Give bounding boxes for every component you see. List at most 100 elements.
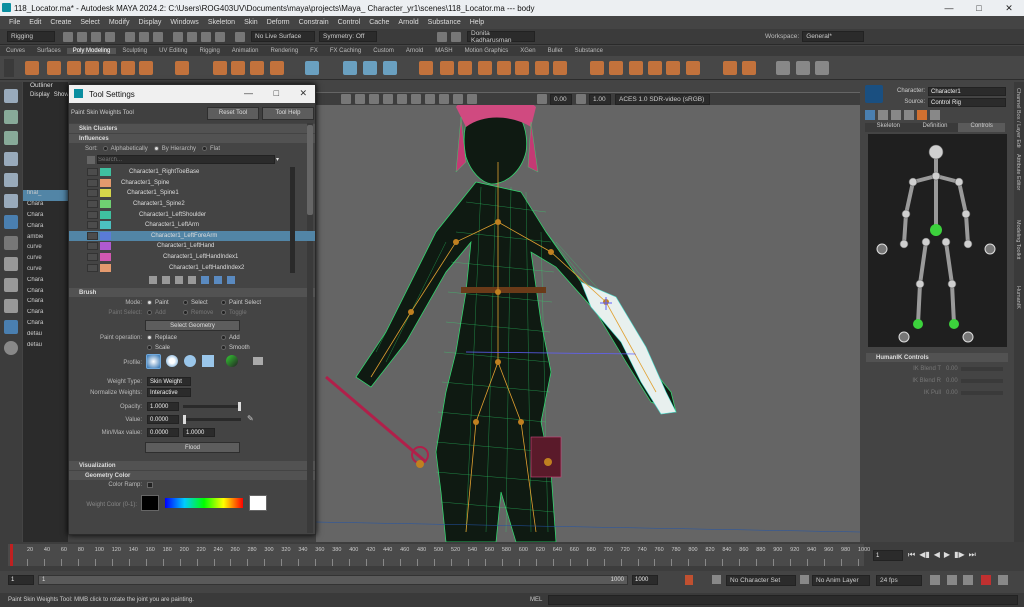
quad-draw-icon[interactable]	[553, 61, 567, 75]
brush-section[interactable]: Brush	[69, 288, 315, 297]
sound-icon[interactable]	[947, 575, 957, 585]
reset-tool-button[interactable]: Reset Tool	[207, 106, 259, 120]
menu-display[interactable]: Display	[138, 19, 161, 26]
influence-row[interactable]: Character1_LeftArm	[69, 220, 315, 231]
shelf-menu-icon[interactable]	[4, 59, 14, 77]
ik-pull-slider[interactable]	[961, 391, 1003, 395]
gamma-icon[interactable]	[576, 94, 586, 104]
copy-weights-icon[interactable]	[214, 276, 222, 284]
lasso-tool-icon[interactable]	[4, 110, 18, 124]
outliner-item[interactable]	[23, 158, 68, 169]
value-slider[interactable]	[183, 415, 241, 424]
influence-row[interactable]: Character1_LeftHandIndex2	[69, 262, 315, 273]
pencil-curve-icon[interactable]	[776, 61, 790, 75]
menu-select[interactable]: Select	[80, 19, 99, 26]
smooth-shade-icon[interactable]	[369, 94, 379, 104]
side-tab[interactable]: Attribute Editor	[1015, 154, 1021, 214]
outliner-item[interactable]	[23, 147, 68, 158]
add-influence-icon[interactable]	[188, 276, 196, 284]
cleanup-icon[interactable]	[648, 61, 662, 75]
op-smooth-radio[interactable]	[221, 345, 226, 350]
filter-icon[interactable]	[87, 155, 95, 164]
opacity-slider-handle[interactable]	[238, 402, 241, 411]
transform-icon[interactable]	[451, 31, 461, 42]
poly-cone-icon[interactable]	[85, 61, 99, 75]
poly-cylinder-icon[interactable]	[67, 61, 81, 75]
append-icon[interactable]	[609, 61, 623, 75]
menu-help[interactable]: Help	[470, 19, 484, 26]
play-back-icon[interactable]: ◀	[934, 550, 940, 560]
shelf-tab-rendering[interactable]: Rendering	[264, 48, 304, 54]
lock-icon[interactable]	[87, 178, 98, 187]
type-tool-icon[interactable]	[250, 61, 264, 75]
menu-skin[interactable]: Skin	[244, 19, 258, 26]
snap-plane-icon[interactable]	[215, 31, 225, 42]
character-set-icon[interactable]	[712, 575, 721, 584]
sweep-mesh-icon[interactable]	[231, 61, 245, 75]
outliner-display-menu[interactable]: Display	[30, 92, 50, 102]
influence-search-input[interactable]	[97, 155, 275, 164]
sculpt-icon[interactable]	[437, 31, 447, 42]
playhead[interactable]	[10, 544, 13, 566]
menu-substance[interactable]: Substance	[428, 19, 461, 26]
op-add-radio[interactable]	[221, 335, 226, 340]
hik-left-elbow[interactable]	[901, 209, 911, 219]
mode-select-radio[interactable]	[183, 300, 188, 305]
maximize-button[interactable]: □	[964, 0, 994, 16]
xray-icon[interactable]	[453, 94, 463, 104]
hik-right-foot-expand[interactable]	[962, 331, 974, 343]
time-slider[interactable]: 1204060801001201401601802002202402602803…	[0, 542, 1024, 571]
outliner-item[interactable]: ambie	[23, 234, 68, 245]
hik-hips-effector[interactable]	[930, 224, 942, 236]
remove-influence-icon[interactable]	[201, 276, 209, 284]
shelf-tab-curves[interactable]: Curves	[0, 48, 31, 54]
persp-outliner-layout-icon[interactable]	[4, 278, 18, 292]
influence-row[interactable]: Character1_LeftForeArm	[69, 230, 315, 242]
hik-tab-definition[interactable]: Definition	[911, 123, 959, 132]
sort-influences-icon[interactable]	[149, 276, 157, 284]
poly-cube-icon[interactable]	[47, 61, 61, 75]
outliner-item[interactable]	[23, 136, 68, 147]
hik-chest[interactable]	[931, 171, 941, 181]
op-replace-option[interactable]: Replace	[147, 335, 177, 341]
outliner-item[interactable]: Chara	[23, 288, 68, 299]
geometry-color-section[interactable]: Geometry Color	[69, 471, 315, 480]
mel-label[interactable]: MEL	[530, 597, 542, 603]
svg-tool-icon[interactable]	[270, 61, 284, 75]
lock-icon[interactable]	[87, 200, 98, 209]
lock-icon[interactable]	[87, 242, 98, 251]
profile-solid-icon[interactable]	[184, 355, 196, 367]
ao-icon[interactable]	[425, 94, 435, 104]
tool-settings-maximize-button[interactable]: □	[274, 88, 279, 98]
mirror-icon[interactable]	[666, 61, 680, 75]
outliner-item[interactable]: curve	[23, 244, 68, 255]
hik-left-shoulder[interactable]	[908, 177, 918, 187]
weight-color-ramp[interactable]	[165, 498, 243, 508]
shelf-tab-surfaces[interactable]: Surfaces	[31, 48, 67, 54]
step-back-icon[interactable]: ◀▮	[919, 550, 930, 560]
separate-icon[interactable]	[363, 61, 377, 75]
key-icon[interactable]	[917, 110, 927, 120]
exposure-icon[interactable]	[537, 94, 547, 104]
wireframe-icon[interactable]	[355, 94, 365, 104]
hik-right-elbow[interactable]	[961, 209, 971, 219]
gamma-field[interactable]: 1.00	[589, 93, 611, 105]
outliner-item[interactable]	[23, 104, 68, 115]
mode-paint-option[interactable]: Paint	[147, 300, 169, 306]
snap-grid-icon[interactable]	[173, 31, 183, 42]
outliner-item[interactable]: defau	[23, 331, 68, 342]
symmetry-dropdown[interactable]: Symmetry: Off	[319, 31, 377, 42]
outliner-item[interactable]: final_	[23, 190, 68, 202]
menu-modify[interactable]: Modify	[109, 19, 130, 26]
select-hierarchy-icon[interactable]	[125, 31, 135, 42]
menu-file[interactable]: File	[9, 19, 20, 26]
menu-edit[interactable]: Edit	[29, 19, 41, 26]
influence-color-swatch[interactable]	[100, 253, 111, 262]
hik-left-ankle[interactable]	[913, 319, 923, 329]
shelf-tab-fx-caching[interactable]: FX Caching	[324, 48, 367, 54]
super-shape-icon[interactable]	[213, 61, 227, 75]
max-value-field[interactable]: 1.0000	[183, 428, 215, 437]
body-part-icon[interactable]	[878, 110, 888, 120]
hik-head[interactable]	[928, 144, 944, 160]
outliner-item[interactable]	[23, 180, 68, 191]
